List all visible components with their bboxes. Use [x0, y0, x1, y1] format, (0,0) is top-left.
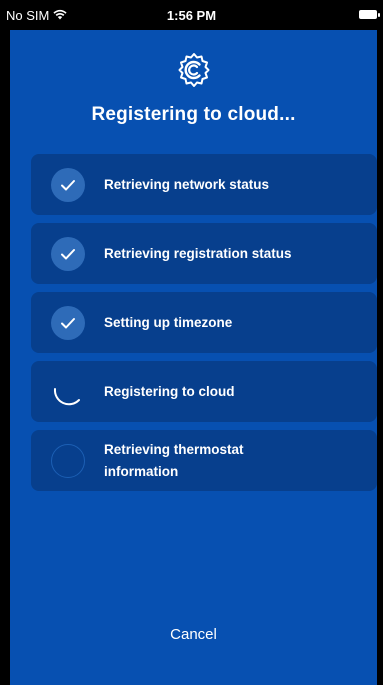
checkmark-icon — [51, 237, 85, 271]
battery-icon — [359, 10, 380, 19]
step-retrieving-registration-status: Retrieving registration status — [31, 223, 377, 284]
step-registering-to-cloud: Registering to cloud — [31, 361, 377, 422]
status-time: 1:56 PM — [166, 8, 217, 23]
step-label: Retrieving registration status — [104, 245, 292, 261]
step-label: Setting up timezone — [104, 314, 233, 330]
step-label: Registering to cloud — [104, 383, 235, 399]
spinner-icon — [51, 375, 85, 409]
status-bar: No SIM 1:56 PM — [0, 0, 383, 30]
registration-screen: Registering to cloud... Retrieving netwo… — [10, 30, 377, 685]
step-retrieving-thermostat-information: Retrieving thermostat information — [31, 430, 377, 491]
cloud-gear-logo-icon — [10, 52, 377, 88]
checkmark-icon — [51, 306, 85, 340]
step-retrieving-network-status: Retrieving network status — [31, 154, 377, 215]
step-label: Retrieving network status — [104, 176, 270, 192]
checkmark-icon — [51, 168, 85, 202]
step-label: Retrieving thermostat information — [104, 441, 244, 479]
cancel-button[interactable]: Cancel — [10, 626, 377, 643]
page-title: Registering to cloud... — [91, 104, 296, 125]
step-setting-up-timezone: Setting up timezone — [31, 292, 377, 353]
empty-circle-icon — [51, 444, 85, 478]
